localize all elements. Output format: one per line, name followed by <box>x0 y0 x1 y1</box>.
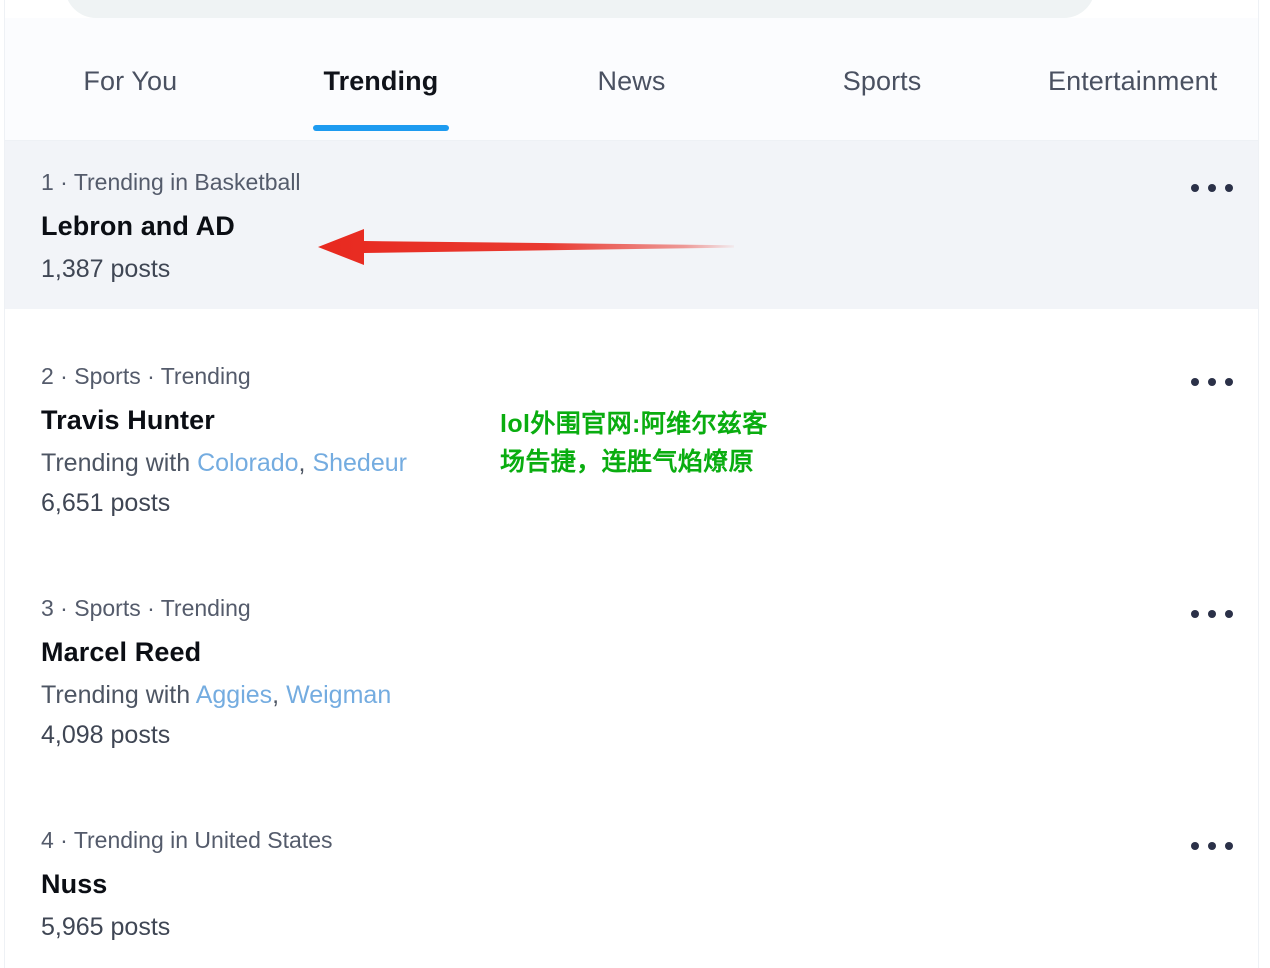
trend-title: Nuss <box>41 869 108 899</box>
dot <box>1191 378 1199 386</box>
dot <box>1208 378 1216 386</box>
trend-related-link[interactable]: Weigman <box>286 681 391 709</box>
trend-meta: 2 · Sports · Trending <box>41 363 251 389</box>
trend-with-separator: , <box>298 449 313 477</box>
trend-title: Marcel Reed <box>41 637 202 667</box>
tab-for-you[interactable]: For You <box>5 18 256 140</box>
trend-with-separator: , <box>272 681 287 709</box>
trend-meta: 4 · Trending in United States <box>41 827 333 853</box>
trend-post-count: 5,965 posts <box>41 913 171 941</box>
trend-related-link[interactable]: Shedeur <box>312 449 407 477</box>
tab-label: Trending <box>323 66 439 96</box>
dot <box>1208 184 1216 192</box>
trend-with-prefix: Trending with <box>41 681 196 709</box>
dot <box>1225 842 1233 850</box>
trend-item[interactable]: 4 · Trending in United States Nuss 5,965… <box>5 799 1258 967</box>
trend-with: Trending with Aggies, Weigman <box>41 679 1230 711</box>
trend-related-link[interactable]: Aggies <box>196 681 272 709</box>
trend-item[interactable]: 3 · Sports · Trending Marcel Reed Trendi… <box>5 567 1258 775</box>
trend-item[interactable]: 1 · Trending in Basketball Lebron and AD… <box>5 141 1258 309</box>
more-options-icon[interactable] <box>1184 171 1240 205</box>
dot <box>1191 184 1199 192</box>
tab-label: News <box>597 66 666 96</box>
search-input[interactable] <box>65 0 1095 18</box>
dot <box>1191 610 1199 618</box>
trend-post-count: 6,651 posts <box>41 489 171 517</box>
trend-meta: 1 · Trending in Basketball <box>41 169 301 195</box>
trend-post-count: 1,387 posts <box>41 255 171 283</box>
tab-trending[interactable]: Trending <box>256 18 507 140</box>
trend-title: Lebron and AD <box>41 211 235 241</box>
dot <box>1208 842 1216 850</box>
tab-label: Entertainment <box>1047 66 1218 96</box>
dot <box>1208 610 1216 618</box>
tab-label: For You <box>83 66 178 96</box>
trend-meta: 3 · Sports · Trending <box>41 595 251 621</box>
trending-page: For You Trending News Sports Entertainme… <box>0 0 1270 968</box>
trend-with: Trending with Colorado, Shedeur <box>41 447 1230 479</box>
dot <box>1225 610 1233 618</box>
more-options-icon[interactable] <box>1184 597 1240 631</box>
trending-list: 1 · Trending in Basketball Lebron and AD… <box>5 141 1258 967</box>
tab-entertainment[interactable]: Entertainment <box>1007 18 1258 140</box>
tab-news[interactable]: News <box>506 18 757 140</box>
tab-label: Sports <box>842 66 922 96</box>
trend-related-link[interactable]: Colorado <box>197 449 298 477</box>
tab-active-indicator <box>312 125 449 131</box>
trend-title: Travis Hunter <box>41 405 215 435</box>
trend-post-count: 4,098 posts <box>41 721 171 749</box>
column-divider-right <box>1258 0 1259 968</box>
dot <box>1225 184 1233 192</box>
tab-sports[interactable]: Sports <box>757 18 1008 140</box>
trend-with-prefix: Trending with <box>41 449 198 477</box>
more-options-icon[interactable] <box>1184 365 1240 399</box>
tab-bar: For You Trending News Sports Entertainme… <box>5 18 1258 141</box>
dot <box>1225 378 1233 386</box>
dot <box>1191 842 1199 850</box>
more-options-icon[interactable] <box>1184 829 1240 863</box>
trend-item[interactable]: 2 · Sports · Trending Travis Hunter Tren… <box>5 335 1258 543</box>
